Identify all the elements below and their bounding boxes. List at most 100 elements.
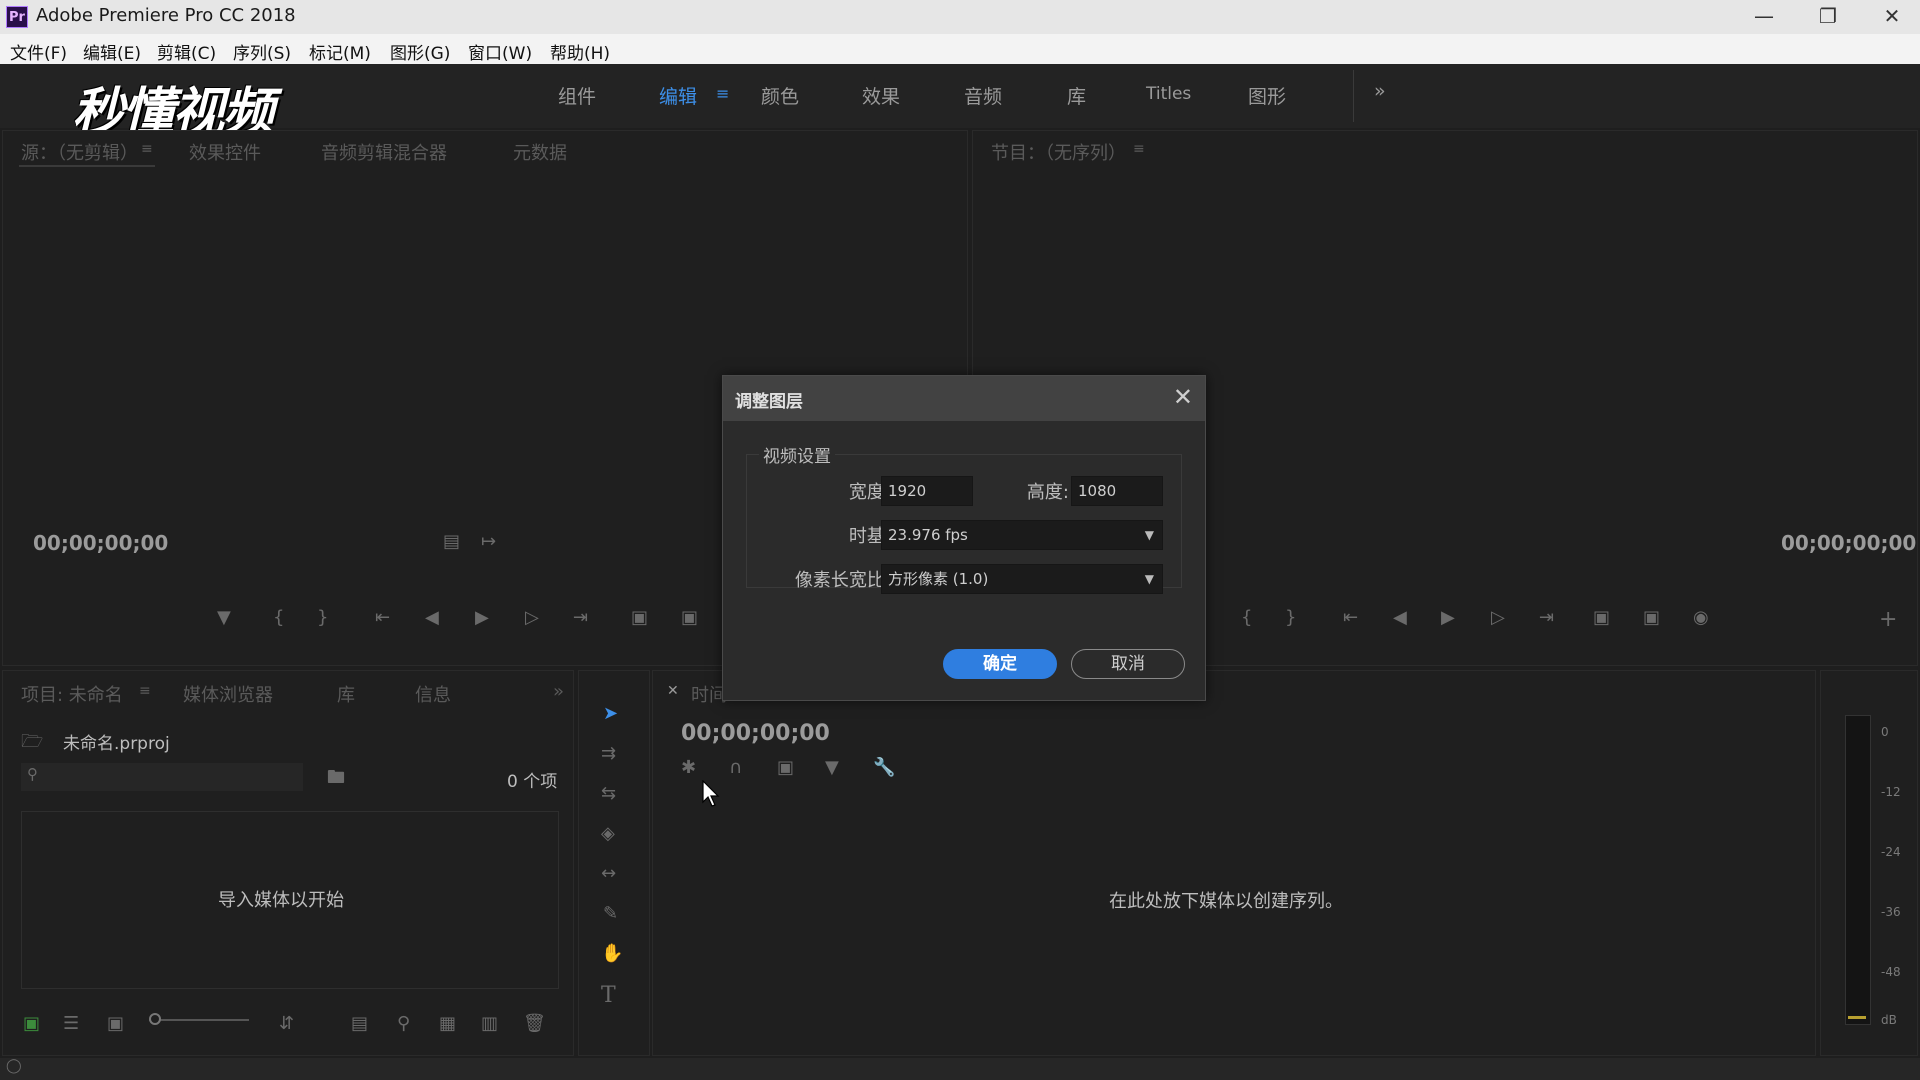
zoom-slider[interactable] <box>149 1013 249 1025</box>
program-play-icon[interactable]: ▶ <box>1441 607 1455 628</box>
tab-media-browser[interactable]: 媒体浏览器 <box>183 681 273 707</box>
project-panel-menu-icon[interactable]: ≡ <box>139 683 151 699</box>
timebase-select[interactable]: 23.976 fps ▼ <box>881 520 1163 550</box>
menu-window[interactable]: 窗口(W) <box>468 39 532 64</box>
linked-selection-icon[interactable]: ▣ <box>777 757 794 778</box>
new-bin-icon[interactable]: ▦ <box>439 1013 456 1034</box>
go-to-out-icon[interactable]: ⇥ <box>573 607 588 628</box>
step-back-icon[interactable]: ◀ <box>425 607 439 628</box>
razor-tool-icon[interactable]: ◈ <box>601 823 615 844</box>
tab-metadata[interactable]: 元数据 <box>513 139 567 165</box>
trash-icon[interactable]: 🗑 <box>523 1013 546 1034</box>
tab-editing[interactable]: 编辑 <box>659 82 697 109</box>
lock-icon[interactable]: ▣ <box>23 1013 40 1034</box>
list-view-icon[interactable]: ☰ <box>63 1013 79 1034</box>
program-go-to-out-icon[interactable]: ⇥ <box>1539 607 1554 628</box>
close-timeline-icon[interactable]: ✕ <box>667 683 679 699</box>
tab-info[interactable]: 信息 <box>415 681 451 707</box>
sort-icon[interactable]: ⇵ <box>279 1013 294 1034</box>
tab-titles[interactable]: Titles <box>1146 84 1191 104</box>
track-select-tool-icon[interactable]: ⇉ <box>601 743 616 764</box>
panel-overflow-icon[interactable]: » <box>553 681 564 702</box>
tab-project[interactable]: 项目: 未命名 <box>21 681 123 707</box>
project-search-input[interactable]: ⚲ <box>21 763 303 791</box>
height-field[interactable]: 1080 <box>1071 476 1163 506</box>
menu-file[interactable]: 文件(F) <box>10 39 67 64</box>
dialog-title: 调整图层 <box>735 392 803 412</box>
tab-project-libraries[interactable]: 库 <box>337 681 355 707</box>
timeline-panel: ✕ 时间 00;00;00;00 ✱ ∩ ▣ ▼ 🔧 在此处放下媒体以创建序列。 <box>652 670 1816 1056</box>
menu-marker[interactable]: 标记(M) <box>309 39 371 64</box>
tab-effects[interactable]: 效果 <box>862 82 900 109</box>
new-bin-from-search-icon[interactable]: 🖿 <box>327 765 345 795</box>
find-icon[interactable]: ⚲ <box>397 1013 410 1034</box>
lift-icon[interactable]: ▣ <box>1593 607 1610 628</box>
mark-out-icon[interactable]: } <box>317 607 328 628</box>
workspace-more-icon[interactable]: » <box>1374 80 1386 102</box>
pixel-aspect-ratio-select[interactable]: 方形像素 (1.0) ▼ <box>881 564 1163 594</box>
restore-icon[interactable]: ❐ <box>1798 0 1858 34</box>
program-timecode[interactable]: 00;00;00;00 <box>1781 531 1916 555</box>
menu-help[interactable]: 帮助(H) <box>550 39 610 64</box>
tab-graphics[interactable]: 图形 <box>1248 82 1286 109</box>
menu-sequence[interactable]: 序列(S) <box>233 39 291 64</box>
new-item-icon[interactable]: ▥ <box>481 1013 498 1034</box>
tab-menu-icon[interactable]: ≡ <box>716 84 729 103</box>
timeline-marker-icon[interactable]: ▼ <box>825 757 839 778</box>
icon-view-icon[interactable]: ▣ <box>107 1013 124 1034</box>
tab-program[interactable]: 节目：（无序列） <box>991 139 1126 165</box>
extract-icon[interactable]: ▣ <box>1643 607 1660 628</box>
video-settings-label: 视频设置 <box>759 442 835 467</box>
menu-graphics[interactable]: 图形(G) <box>390 39 450 64</box>
play-icon[interactable]: ▶ <box>475 607 489 628</box>
tab-audio-clip-mixer[interactable]: 音频剪辑混合器 <box>321 139 447 165</box>
step-forward-icon[interactable]: ▷ <box>525 607 539 628</box>
program-go-to-in-icon[interactable]: ⇤ <box>1343 607 1358 628</box>
dialog-close-icon[interactable]: ✕ <box>1173 383 1193 411</box>
minimize-icon[interactable]: — <box>1734 0 1794 34</box>
meter-label-24: -24 <box>1881 845 1901 859</box>
export-frame-icon[interactable]: ◉ <box>1693 607 1709 628</box>
overwrite-icon[interactable]: ▣ <box>681 607 698 628</box>
zoom-slider-handle[interactable] <box>149 1013 161 1025</box>
selection-tool-icon[interactable]: ➤ <box>603 703 618 724</box>
program-mark-out-icon[interactable]: } <box>1285 607 1296 628</box>
add-button-icon[interactable]: + <box>1879 607 1897 632</box>
source-timecode[interactable]: 00;00;00;00 <box>33 531 168 555</box>
tab-source[interactable]: 源：（无剪辑） <box>21 139 138 165</box>
tab-assembly[interactable]: 组件 <box>558 82 596 109</box>
go-to-in-icon[interactable]: ⇤ <box>375 607 390 628</box>
tab-effect-controls[interactable]: 效果控件 <box>189 139 261 165</box>
hand-tool-icon[interactable]: ✋ <box>601 943 623 964</box>
tab-audio[interactable]: 音频 <box>964 82 1002 109</box>
insert-clip-icon[interactable]: ▤ <box>443 531 460 552</box>
drag-audio-icon[interactable]: ↦ <box>481 531 496 552</box>
project-media-area[interactable]: 导入媒体以开始 <box>21 811 559 989</box>
tab-libraries[interactable]: 库 <box>1067 82 1086 109</box>
width-field[interactable]: 1920 <box>881 476 973 506</box>
program-mark-in-icon[interactable]: { <box>1241 607 1252 628</box>
snap-icon[interactable]: ∩ <box>729 757 742 778</box>
program-step-back-icon[interactable]: ◀ <box>1393 607 1407 628</box>
insert-icon[interactable]: ▣ <box>631 607 648 628</box>
ripple-edit-tool-icon[interactable]: ⇆ <box>601 783 616 804</box>
menu-clip[interactable]: 剪辑(C) <box>157 39 216 64</box>
add-marker-icon[interactable]: ▼ <box>217 607 231 628</box>
pen-tool-icon[interactable]: ✎ <box>603 903 618 924</box>
workspace-divider <box>1353 70 1354 122</box>
panel-menu-icon[interactable]: ≡ <box>141 141 153 157</box>
type-tool-icon[interactable]: T <box>601 983 616 1008</box>
wrench-icon[interactable]: 🔧 <box>873 757 895 778</box>
menu-edit[interactable]: 编辑(E) <box>83 39 141 64</box>
program-step-forward-icon[interactable]: ▷ <box>1491 607 1505 628</box>
slip-tool-icon[interactable]: ↔ <box>601 863 616 884</box>
timeline-timecode[interactable]: 00;00;00;00 <box>681 721 830 746</box>
mark-in-icon[interactable]: { <box>273 607 284 628</box>
close-icon[interactable]: ✕ <box>1862 0 1920 34</box>
program-panel-menu-icon[interactable]: ≡ <box>1133 141 1145 157</box>
tab-color[interactable]: 颜色 <box>761 82 799 109</box>
nest-icon[interactable]: ✱ <box>681 757 696 778</box>
automate-to-sequence-icon[interactable]: ▤ <box>351 1013 368 1034</box>
ok-button[interactable]: 确定 <box>943 649 1057 679</box>
cancel-button[interactable]: 取消 <box>1071 649 1185 679</box>
